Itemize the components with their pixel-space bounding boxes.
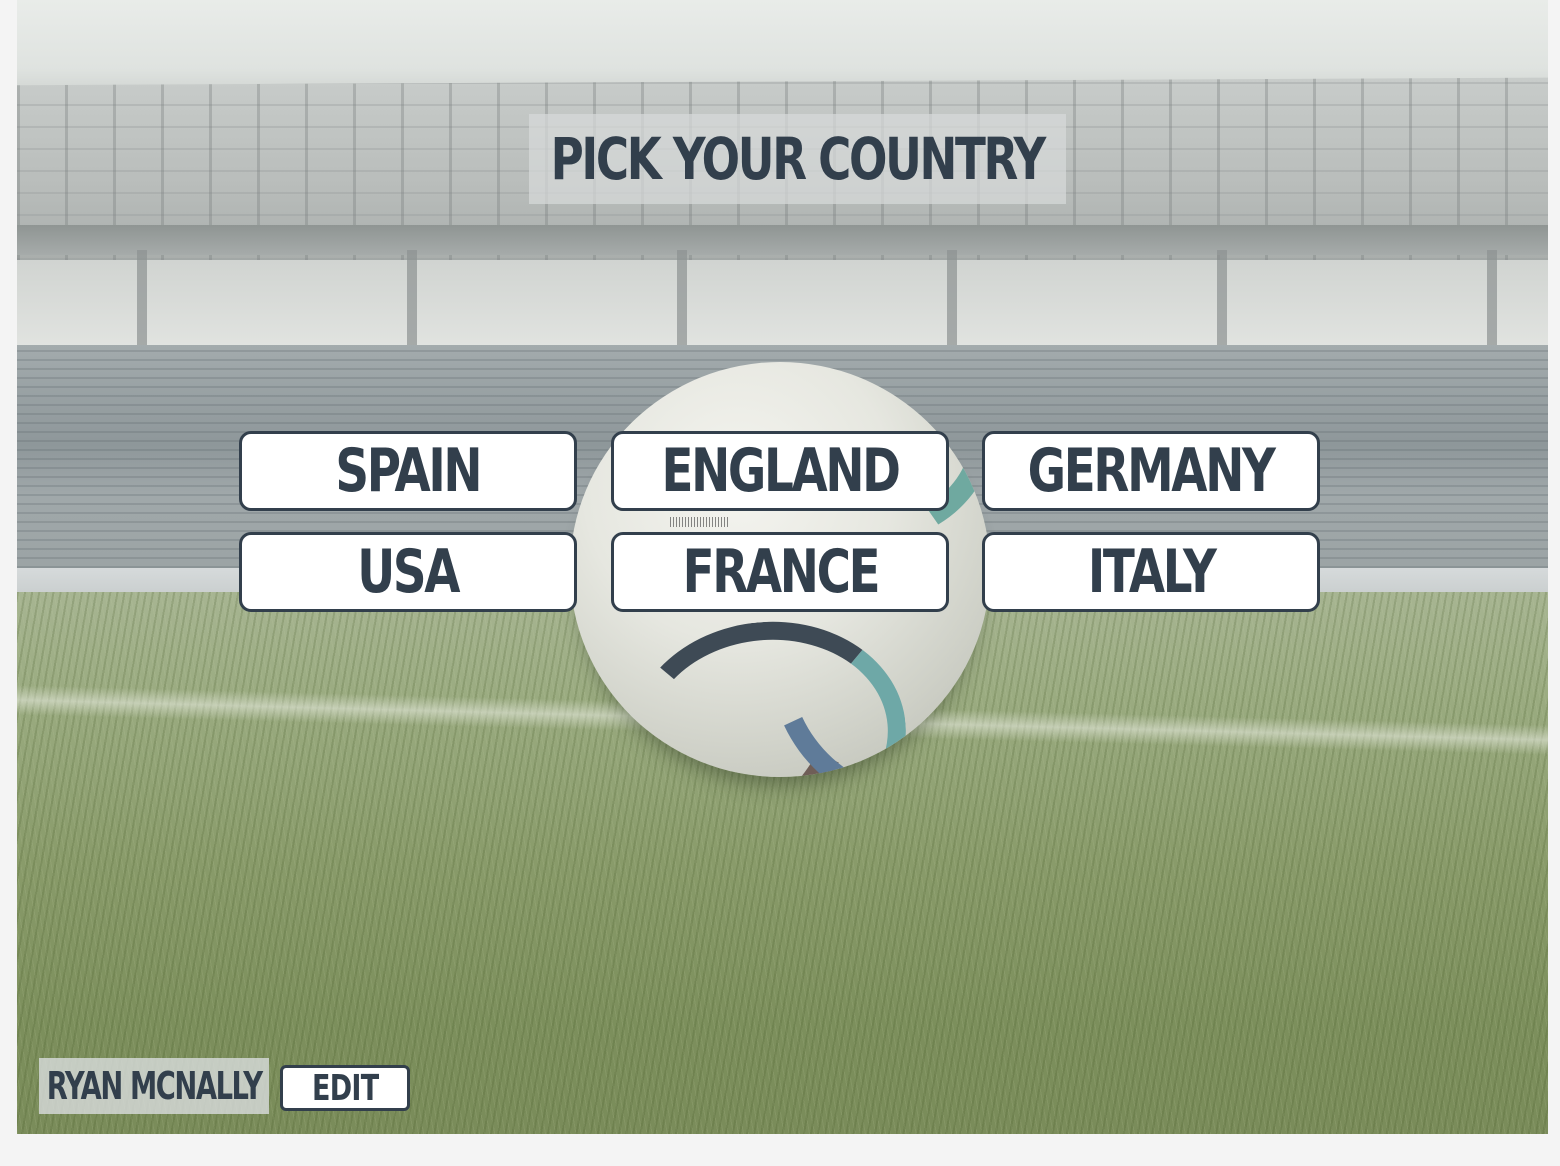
country-label: GERMANY bbox=[1028, 436, 1276, 506]
country-button-france[interactable]: FRANCE bbox=[611, 532, 949, 612]
country-label: USA bbox=[357, 537, 461, 607]
country-button-italy[interactable]: ITALY bbox=[982, 532, 1320, 612]
country-button-germany[interactable]: GERMANY bbox=[982, 431, 1320, 511]
player-name-box: RYAN MCNALLY bbox=[39, 1058, 269, 1114]
edit-button-label: EDIT bbox=[311, 1067, 379, 1109]
edit-player-button[interactable]: EDIT bbox=[280, 1065, 410, 1111]
page-title: PICK YOUR COUNTRY bbox=[550, 125, 1047, 193]
country-label: SPAIN bbox=[335, 436, 483, 506]
country-button-usa[interactable]: USA bbox=[239, 532, 577, 612]
country-label: FRANCE bbox=[682, 537, 880, 607]
country-label: ENGLAND bbox=[661, 436, 901, 506]
player-name: RYAN MCNALLY bbox=[46, 1064, 263, 1108]
country-label: ITALY bbox=[1087, 537, 1217, 607]
country-button-england[interactable]: ENGLAND bbox=[611, 431, 949, 511]
title-banner: PICK YOUR COUNTRY bbox=[529, 114, 1066, 204]
country-button-spain[interactable]: SPAIN bbox=[239, 431, 577, 511]
ball-barcode-decoration bbox=[670, 517, 728, 527]
